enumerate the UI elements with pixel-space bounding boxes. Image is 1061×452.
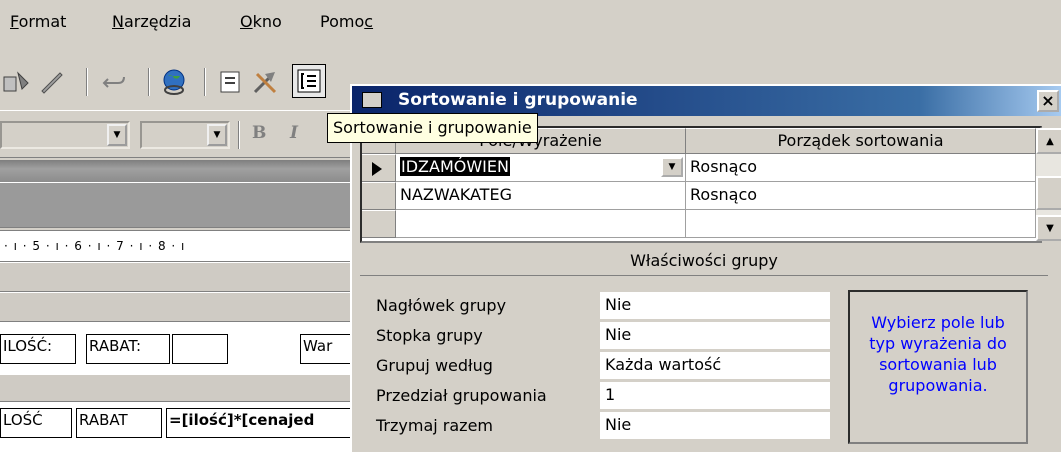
sort-group-grid: Pole/Wyrażenie Porządek sortowania IDZAM… bbox=[360, 126, 1061, 243]
row-selector[interactable] bbox=[362, 154, 396, 182]
prop-label-group-header: Nagłówek grupy bbox=[376, 296, 507, 315]
report-band-area bbox=[0, 160, 360, 182]
help-text-box: Wybierz pole lub typ wyrażenia do sortow… bbox=[848, 290, 1028, 444]
prop-label-group-interval: Przedział grupowania bbox=[376, 386, 547, 405]
dialog-app-icon bbox=[362, 92, 382, 108]
current-row-pointer-icon bbox=[372, 162, 382, 176]
chevron-down-icon[interactable]: ▼ bbox=[207, 124, 227, 146]
grid-scrollbar[interactable]: ▲ ▼ bbox=[1036, 128, 1061, 241]
chevron-down-icon[interactable]: ▼ bbox=[107, 124, 127, 146]
page-header-section: ILOŚĆ: RABAT: War bbox=[0, 322, 360, 374]
font-name-combo[interactable]: ▼ bbox=[0, 121, 130, 149]
hyperlink-globe-icon[interactable] bbox=[158, 66, 190, 98]
group-properties-header: Właściwości grupy bbox=[360, 246, 1048, 276]
build-tools-icon[interactable] bbox=[250, 66, 282, 98]
prop-value-group-on[interactable]: Każda wartość bbox=[600, 352, 830, 380]
toolbar-separator bbox=[148, 68, 150, 96]
field-cell[interactable] bbox=[396, 210, 686, 238]
prop-value-group-footer[interactable]: Nie bbox=[600, 322, 830, 350]
toolbar-separator bbox=[204, 68, 206, 96]
field-cell-value: IDZAMÓWIEN bbox=[400, 157, 510, 176]
prop-value-group-header[interactable]: Nie bbox=[600, 292, 830, 320]
section-bar[interactable] bbox=[0, 292, 360, 322]
order-cell[interactable]: Rosnąco bbox=[686, 182, 1036, 210]
menu-format[interactable]: Format bbox=[10, 12, 66, 31]
properties-icon[interactable] bbox=[214, 66, 246, 98]
report-label[interactable]: RABAT: bbox=[86, 334, 170, 364]
report-label[interactable]: ILOŚĆ: bbox=[0, 334, 76, 364]
section-bar[interactable] bbox=[0, 374, 360, 402]
report-field[interactable]: RABAT bbox=[76, 408, 162, 438]
menu-help[interactable]: Pomoc bbox=[320, 12, 373, 31]
toolbar-separator bbox=[86, 68, 88, 96]
report-field[interactable]: =[ilość]*[cenajed bbox=[166, 408, 360, 438]
horizontal-ruler: · ı · 5 · ı · 6 · ı · 7 · ı · 8 · ı bbox=[0, 230, 360, 262]
format-painter-icon[interactable] bbox=[0, 66, 32, 98]
bold-button[interactable]: B bbox=[252, 123, 266, 143]
order-cell[interactable]: Rosnąco bbox=[686, 154, 1036, 182]
menu-tools[interactable]: Narzędzia bbox=[112, 12, 191, 31]
scroll-up-icon[interactable]: ▲ bbox=[1036, 128, 1061, 154]
tooltip: Sortowanie i grupowanie bbox=[327, 113, 538, 143]
close-button[interactable]: × bbox=[1037, 90, 1059, 112]
report-label[interactable] bbox=[172, 334, 228, 364]
report-field[interactable]: LOŚĆ bbox=[0, 408, 72, 438]
close-icon: × bbox=[1041, 91, 1055, 110]
row-selector[interactable] bbox=[362, 210, 396, 238]
dialog-title-bar[interactable]: Sortowanie i grupowanie × bbox=[352, 86, 1061, 116]
order-cell[interactable] bbox=[686, 210, 1036, 238]
field-cell[interactable]: NAZWAKATEG bbox=[396, 182, 686, 210]
report-header-bar bbox=[0, 182, 360, 228]
detail-section: LOŚĆ RABAT =[ilość]*[cenajed bbox=[0, 402, 360, 452]
toolbar-separator bbox=[238, 121, 240, 149]
chevron-down-icon[interactable]: ▼ bbox=[661, 157, 683, 177]
undo-icon[interactable] bbox=[98, 66, 130, 98]
prop-label-group-footer: Stopka grupy bbox=[376, 326, 483, 345]
row-selector[interactable] bbox=[362, 182, 396, 210]
formatting-toolbar: ▼ ▼ B I bbox=[0, 110, 360, 158]
menu-bar: Format Narzędzia Okno Pomoc bbox=[0, 0, 1061, 42]
menu-window[interactable]: Okno bbox=[240, 12, 282, 31]
sorting-grouping-icon[interactable] bbox=[292, 64, 326, 98]
prop-label-keep-together: Trzymaj razem bbox=[376, 416, 493, 435]
scroll-down-icon[interactable]: ▼ bbox=[1036, 215, 1061, 241]
font-size-combo[interactable]: ▼ bbox=[140, 121, 230, 149]
dialog-title: Sortowanie i grupowanie bbox=[398, 90, 638, 110]
brush-icon[interactable] bbox=[36, 66, 68, 98]
italic-button[interactable]: I bbox=[290, 123, 298, 143]
prop-label-group-on: Grupuj według bbox=[376, 356, 493, 375]
field-cell[interactable]: IDZAMÓWIEN ▼ bbox=[396, 154, 686, 182]
section-bar[interactable] bbox=[0, 262, 360, 292]
scrollbar-thumb[interactable] bbox=[1036, 176, 1061, 210]
prop-value-group-interval[interactable]: 1 bbox=[600, 382, 830, 410]
column-header-order: Porządek sortowania bbox=[686, 128, 1036, 154]
prop-value-keep-together[interactable]: Nie bbox=[600, 412, 830, 440]
